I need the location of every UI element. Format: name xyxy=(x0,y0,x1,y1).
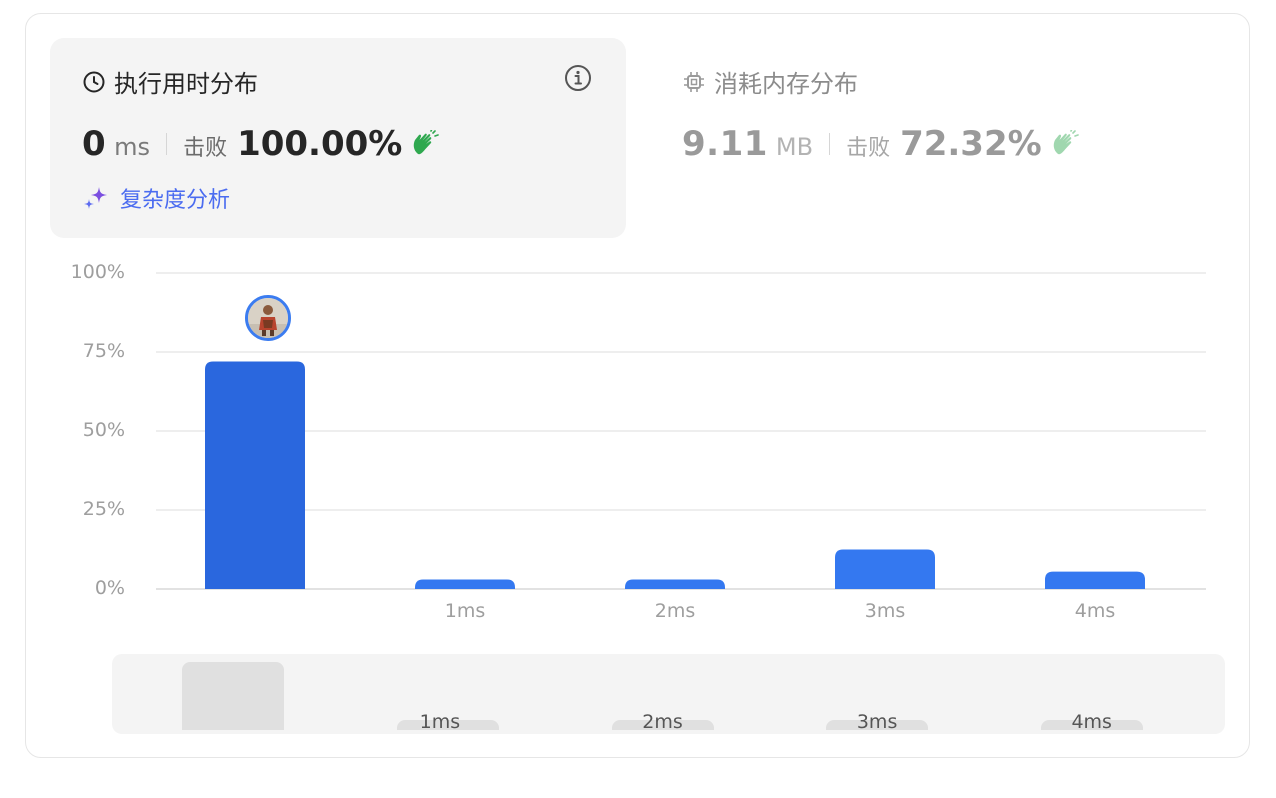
overview-bar xyxy=(182,662,285,730)
overview-label: 4ms xyxy=(1071,711,1112,733)
overview-label: 2ms xyxy=(642,711,683,733)
bar-2ms[interactable] xyxy=(625,579,725,589)
bar-1ms[interactable] xyxy=(415,579,515,589)
x-tick-label: 4ms xyxy=(1074,600,1116,622)
y-tick-label: 50% xyxy=(82,419,125,441)
y-tick-label: 75% xyxy=(82,340,125,362)
overview-label: 1ms xyxy=(419,711,461,733)
chart-overview-scrollbar[interactable]: 1ms 2ms 3ms 4ms xyxy=(112,654,1225,734)
user-avatar xyxy=(245,295,291,341)
x-tick-label: 2ms xyxy=(654,600,696,622)
overview-label: 3ms xyxy=(856,711,898,733)
y-tick-label: 25% xyxy=(82,498,125,520)
bar-4ms[interactable] xyxy=(1045,571,1145,589)
y-tick-label: 100% xyxy=(70,261,125,283)
bar-3ms[interactable] xyxy=(835,549,935,590)
bar-first[interactable] xyxy=(205,361,305,589)
x-tick-label: 3ms xyxy=(864,600,906,622)
x-tick-label: 1ms xyxy=(444,600,486,622)
y-tick-label: 0% xyxy=(94,577,125,599)
